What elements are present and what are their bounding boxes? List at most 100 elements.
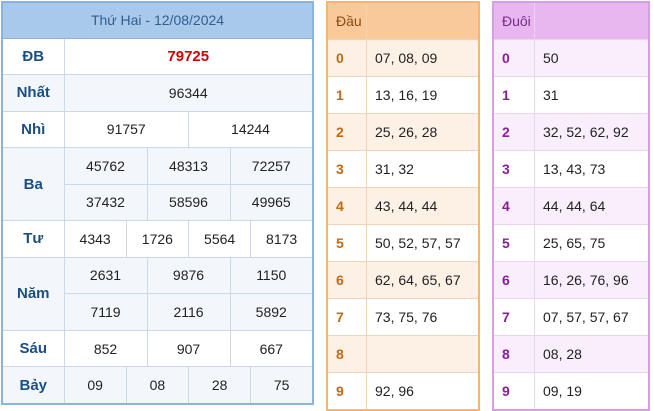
prize-label: Sáu	[1, 329, 65, 368]
prize-value: 4343	[63, 220, 127, 258]
dau-digit: 6	[327, 261, 367, 299]
dau-row: 8	[327, 335, 479, 373]
prize-value: 96344	[63, 74, 314, 112]
dau-header-values	[366, 2, 479, 40]
dau-table: Đầu 0 07, 08, 09 1 13, 16, 19 2 25, 26, 28 3 31…	[326, 1, 480, 411]
dau-digit: 5	[327, 224, 367, 262]
duoi-row: 9 09, 19	[493, 372, 649, 410]
dau-numbers	[366, 335, 479, 373]
dau-digit: 7	[327, 298, 367, 336]
dau-header: Đầu	[327, 2, 367, 40]
prize-row-ba: Ba 45762 48313 72257	[1, 147, 314, 222]
prize-value: 08	[125, 366, 190, 405]
duoi-numbers: 50	[534, 39, 649, 77]
dau-row: 9 92, 96	[327, 372, 479, 410]
duoi-row: 7 07, 57, 57, 67	[493, 298, 649, 336]
prize-row-sau: Sáu 852 907 667	[1, 329, 314, 368]
duoi-header: Đuôi	[493, 2, 535, 40]
dau-row: 4 43, 44, 44	[327, 187, 479, 225]
prize-label: Nhì	[1, 110, 65, 149]
prize-label: Bảy	[1, 366, 65, 405]
duoi-numbers: 08, 28	[534, 335, 649, 373]
dau-numbers: 73, 75, 76	[366, 298, 479, 336]
prize-value: 58596	[146, 183, 231, 222]
results-date-title: Thứ Hai - 12/08/2024	[2, 2, 313, 39]
prize-value: 5564	[187, 220, 252, 258]
prize-label: Năm	[1, 256, 65, 331]
prize-value: 8173	[250, 220, 314, 258]
duoi-numbers: 31	[534, 76, 649, 114]
duoi-digit: 1	[493, 76, 535, 114]
dau-numbers: 13, 16, 19	[366, 76, 479, 114]
prize-value: 7119	[63, 293, 148, 331]
prize-row-bay: Bảy 09 08 28 75	[1, 366, 314, 405]
prize-value: 1150	[229, 256, 314, 295]
duoi-digit: 7	[493, 298, 535, 336]
prize-label: Tư	[1, 220, 65, 258]
duoi-row: 4 44, 44, 64	[493, 187, 649, 225]
duoi-table: Đuôi 0 50 1 31 2 32, 52, 62, 92 3 13, 43, 73 4 44…	[492, 1, 650, 411]
prize-value: 2631	[63, 256, 148, 295]
duoi-row: 8 08, 28	[493, 335, 649, 373]
prize-value: 75	[250, 366, 314, 405]
prize-value: 45762	[63, 147, 148, 185]
duoi-digit: 4	[493, 187, 535, 225]
prize-value: 1726	[125, 220, 190, 258]
duoi-row: 0 50	[493, 39, 649, 77]
prize-value: 72257	[229, 147, 314, 185]
duoi-numbers: 07, 57, 57, 67	[534, 298, 649, 336]
duoi-digit: 3	[493, 150, 535, 188]
dau-numbers: 50, 52, 57, 57	[366, 224, 479, 262]
dau-row: 6 62, 64, 65, 67	[327, 261, 479, 299]
dau-digit: 9	[327, 372, 367, 410]
duoi-numbers: 32, 52, 62, 92	[534, 113, 649, 151]
prize-value: 09	[63, 366, 127, 405]
dau-digit: 8	[327, 335, 367, 373]
dau-row: 0 07, 08, 09	[327, 39, 479, 77]
prize-label: ĐB	[1, 37, 65, 76]
dau-row: 5 50, 52, 57, 57	[327, 224, 479, 262]
prize-value: 49965	[229, 183, 314, 222]
prize-value: 2116	[146, 293, 231, 331]
dau-row: 1 13, 16, 19	[327, 76, 479, 114]
duoi-row: 6 16, 26, 76, 96	[493, 261, 649, 299]
dau-row: 2 25, 26, 28	[327, 113, 479, 151]
dau-row: 3 31, 32	[327, 150, 479, 188]
duoi-row: 1 31	[493, 76, 649, 114]
dau-numbers: 62, 64, 65, 67	[366, 261, 479, 299]
dau-numbers: 25, 26, 28	[366, 113, 479, 151]
duoi-numbers: 13, 43, 73	[534, 150, 649, 188]
dau-digit: 1	[327, 76, 367, 114]
prize-value: 5892	[229, 293, 314, 331]
special-prize-value: 79725	[63, 37, 314, 76]
prize-row-nhi: Nhì 91757 14244	[1, 110, 314, 149]
prize-value: 852	[63, 329, 148, 368]
duoi-header-values	[534, 2, 649, 40]
duoi-numbers: 16, 26, 76, 96	[534, 261, 649, 299]
prize-value: 37432	[63, 183, 148, 222]
duoi-row: 2 32, 52, 62, 92	[493, 113, 649, 151]
duoi-digit: 9	[493, 372, 535, 410]
prize-label: Nhất	[1, 74, 65, 112]
results-table: Thứ Hai - 12/08/2024 ĐB 79725 Nhất 96344…	[1, 1, 314, 405]
duoi-digit: 5	[493, 224, 535, 262]
prize-value: 907	[146, 329, 231, 368]
duoi-digit: 6	[493, 261, 535, 299]
duoi-digit: 8	[493, 335, 535, 373]
dau-numbers: 92, 96	[366, 372, 479, 410]
dau-digit: 4	[327, 187, 367, 225]
prize-row-tu: Tư 4343 1726 5564 8173	[1, 220, 314, 258]
prize-value: 91757	[63, 110, 189, 149]
duoi-digit: 0	[493, 39, 535, 77]
prize-value: 667	[229, 329, 314, 368]
duoi-numbers: 25, 65, 75	[534, 224, 649, 262]
dau-digit: 3	[327, 150, 367, 188]
prize-value: 28	[187, 366, 252, 405]
duoi-digit: 2	[493, 113, 535, 151]
prize-row-nhat: Nhất 96344	[1, 74, 314, 112]
duoi-row: 5 25, 65, 75	[493, 224, 649, 262]
dau-numbers: 07, 08, 09	[366, 39, 479, 77]
prize-value: 14244	[188, 110, 314, 149]
prize-row-db: ĐB 79725	[1, 37, 314, 76]
duoi-numbers: 44, 44, 64	[534, 187, 649, 225]
